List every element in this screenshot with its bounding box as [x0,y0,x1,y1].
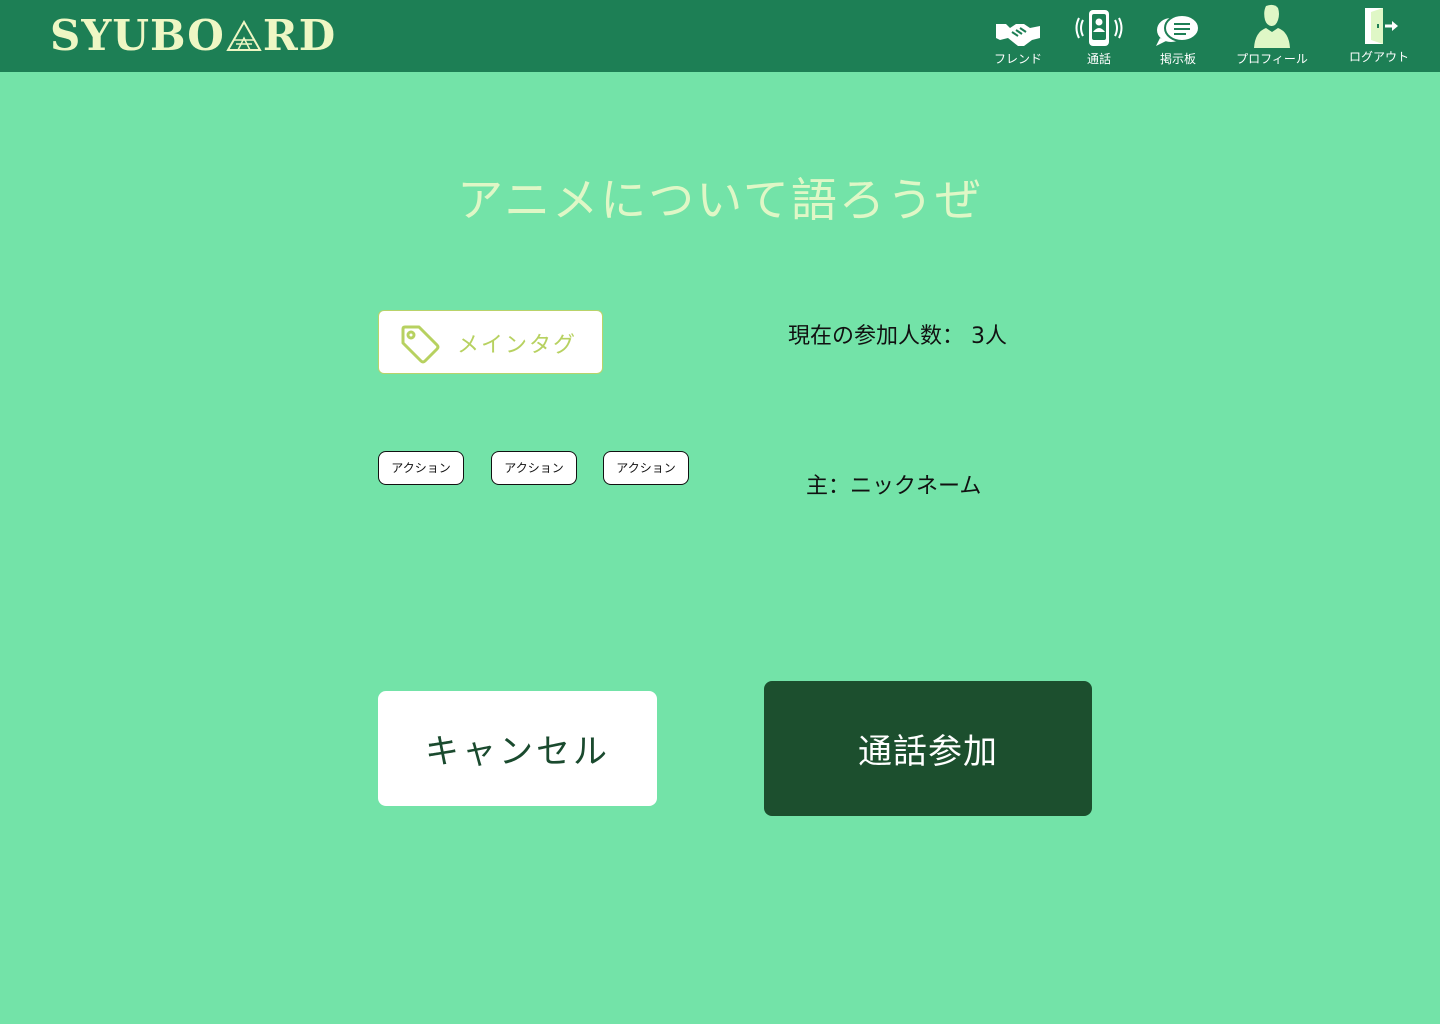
room-title: アニメについて語ろうぜ [457,173,983,227]
participant-count: 現在の参加人数： 3人 [788,324,1007,349]
logo-text-right: RD [262,11,337,60]
cancel-button[interactable]: キャンセル [378,691,657,806]
join-call-button[interactable]: 通話参加 [764,681,1092,816]
host-name: 主：ニックネーム [806,474,982,499]
nav-logout[interactable]: ログアウト [1344,0,1414,72]
phone-call-icon [1075,10,1123,46]
logo-triangle-icon [226,20,262,51]
app-logo[interactable]: SYUBO RD [50,12,336,60]
tag-chip[interactable]: アクション [491,451,577,485]
main-tag-label: メインタグ [457,333,578,358]
tag-icon [401,325,440,364]
nav-profile[interactable]: プロフィール [1228,0,1316,72]
nav-board-label: 掲示板 [1159,52,1196,66]
logout-door-icon [1365,8,1398,44]
nav-friend[interactable]: フレンド [988,0,1048,72]
tag-chip[interactable]: アクション [603,451,689,485]
nav-friend-label: フレンド [993,52,1042,66]
user-icon [1254,4,1290,48]
handshake-icon [996,24,1040,46]
nav-call[interactable]: 通話 [1074,0,1124,72]
tag-chip[interactable]: アクション [378,451,464,485]
nav-call-label: 通話 [1086,52,1111,66]
nav-logout-label: ログアウト [1348,50,1409,64]
logo-text-left: SYUBO [50,11,225,60]
main-tag-badge[interactable]: メインタグ [378,310,603,374]
top-header: SYUBO RD フレンド 通話 掲示板 プロフィール ログアウト [0,0,1440,72]
nav-board[interactable]: 掲示板 [1153,0,1203,72]
chat-bubble-icon [1156,14,1200,46]
nav-profile-label: プロフィール [1236,52,1308,66]
